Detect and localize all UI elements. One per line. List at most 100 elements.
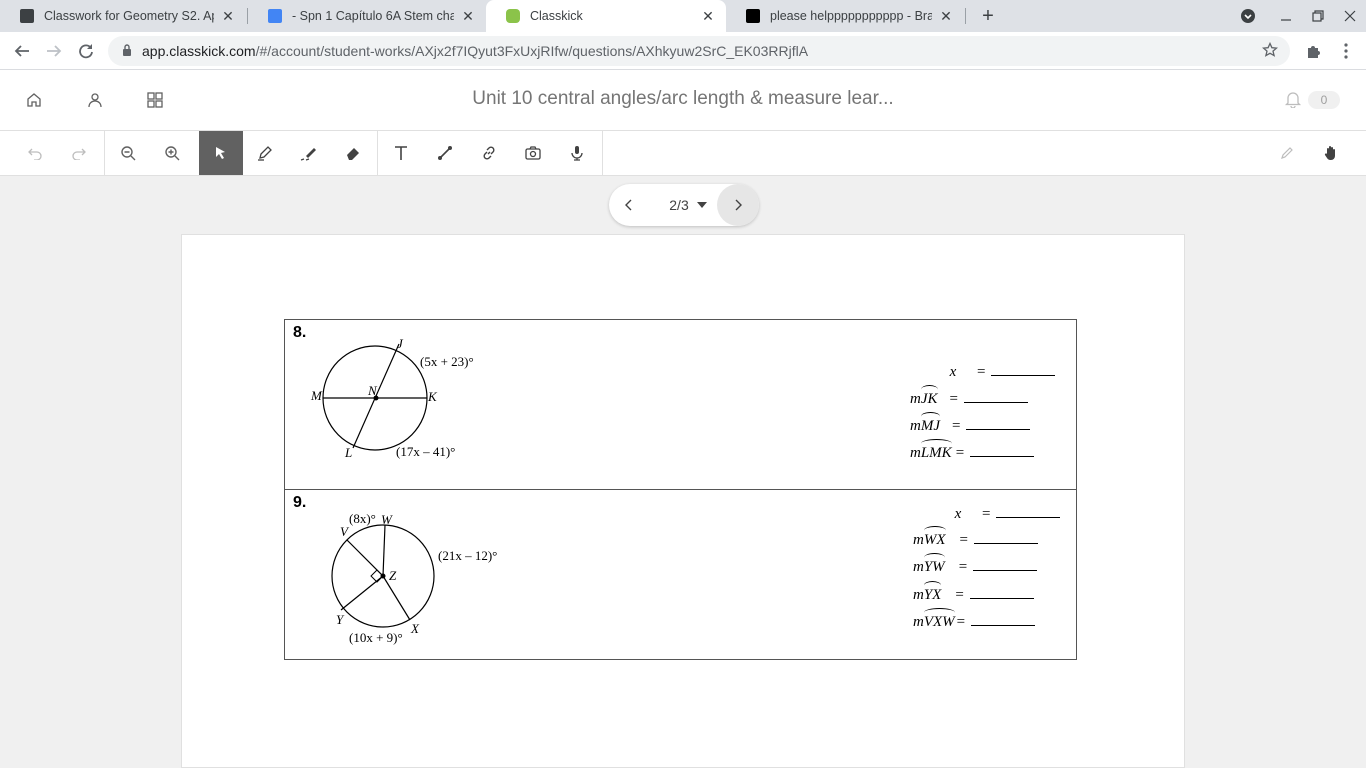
url-path: /#/account/student-works/AXjx2f7IQyut3Fx… bbox=[255, 43, 809, 59]
pen-disabled-icon[interactable] bbox=[1265, 131, 1309, 175]
measure-prefix: m bbox=[913, 532, 924, 548]
browser-tab-classwork[interactable]: Classwork for Geometry S2. App ✕ bbox=[0, 0, 246, 32]
answer-row-arc-mj: m MJ = bbox=[910, 412, 1031, 435]
assignment-title: Unit 10 central angles/arc length & meas… bbox=[472, 88, 894, 109]
back-icon[interactable] bbox=[8, 37, 36, 65]
measure-prefix: m bbox=[913, 559, 924, 575]
chrome-menu-icon[interactable] bbox=[1332, 37, 1360, 65]
eraser-icon[interactable] bbox=[331, 131, 375, 175]
microphone-icon[interactable] bbox=[555, 131, 599, 175]
answer-row-arc-wx: m WX = bbox=[913, 526, 1038, 549]
url-host: app.classkick.com bbox=[142, 43, 256, 59]
tab-separator bbox=[965, 8, 966, 24]
chevron-left-icon bbox=[625, 199, 632, 211]
line-tool-icon[interactable] bbox=[423, 131, 467, 175]
close-tab-icon[interactable]: ✕ bbox=[460, 8, 476, 25]
answer-label: x bbox=[954, 506, 962, 522]
answer-blank[interactable] bbox=[971, 614, 1036, 626]
browser-tab-strip: Classwork for Geometry S2. App ✕ - Spn 1… bbox=[0, 0, 1366, 32]
tab-title: Classwork for Geometry S2. App bbox=[44, 9, 214, 23]
answer-blank[interactable] bbox=[996, 506, 1061, 518]
answer-row-arc-yx: m YX = bbox=[913, 581, 1034, 604]
worksheet-page[interactable]: 8. J (5x + 23)° M N K L (17x – 41)° x = m… bbox=[181, 234, 1185, 768]
arc-label: YW bbox=[923, 553, 945, 575]
page-select-dropdown[interactable]: 2/3 bbox=[653, 184, 723, 226]
google-classroom-icon bbox=[20, 9, 34, 23]
point-label-l: L bbox=[345, 445, 353, 460]
equals-sign: = bbox=[956, 614, 966, 630]
text-tool-icon[interactable] bbox=[379, 131, 423, 175]
redo-icon[interactable] bbox=[57, 131, 101, 175]
bookmark-star-icon[interactable] bbox=[1261, 41, 1279, 63]
angle-expression-lmk: (17x – 41)° bbox=[396, 444, 456, 459]
close-tab-icon[interactable]: ✕ bbox=[938, 8, 954, 25]
undo-icon[interactable] bbox=[13, 131, 57, 175]
answer-blank[interactable] bbox=[969, 587, 1034, 599]
equals-sign: = bbox=[949, 391, 958, 407]
measure-prefix: m bbox=[913, 614, 924, 630]
tab-title: - Spn 1 Capítulo 6A Stem chang bbox=[292, 9, 454, 23]
equals-sign: = bbox=[982, 506, 991, 522]
equals-sign: = bbox=[977, 364, 986, 380]
classkick-header: Unit 10 central angles/arc length & meas… bbox=[0, 70, 1366, 131]
previous-page-button[interactable] bbox=[609, 184, 649, 226]
answer-blank[interactable] bbox=[973, 532, 1038, 544]
tab-title: Classkick bbox=[530, 9, 583, 23]
close-tab-icon[interactable]: ✕ bbox=[700, 8, 716, 25]
equals-sign: = bbox=[955, 445, 965, 461]
close-window-icon[interactable] bbox=[1334, 0, 1366, 32]
answer-row-arc-vxw: m VXW = bbox=[913, 608, 1036, 631]
answer-blank[interactable] bbox=[991, 364, 1056, 376]
next-page-button[interactable] bbox=[717, 184, 759, 226]
measure-prefix: m bbox=[913, 587, 924, 603]
page-navigator: 2/3 bbox=[609, 184, 759, 226]
point-label-v: V bbox=[340, 524, 348, 539]
page-count-label: 2/3 bbox=[669, 197, 689, 213]
zoom-out-icon[interactable] bbox=[106, 131, 150, 175]
point-label-n: N bbox=[368, 383, 377, 398]
link-icon[interactable] bbox=[467, 131, 511, 175]
zoom-in-icon[interactable] bbox=[150, 131, 194, 175]
equals-sign: = bbox=[959, 532, 968, 548]
answer-row-arc-jk: m JK = bbox=[910, 385, 1028, 408]
reload-icon[interactable] bbox=[72, 37, 100, 65]
browser-toolbar: app.classkick.com/#/account/student-work… bbox=[0, 32, 1366, 70]
brainly-icon bbox=[746, 9, 760, 23]
arc-label: WX bbox=[923, 526, 946, 548]
address-bar[interactable]: app.classkick.com/#/account/student-work… bbox=[108, 36, 1290, 66]
extensions-puzzle-icon[interactable] bbox=[1300, 37, 1328, 65]
bell-icon[interactable] bbox=[1284, 90, 1304, 110]
answer-blank[interactable] bbox=[966, 418, 1031, 430]
answer-label: x bbox=[949, 364, 957, 380]
tab-search-icon[interactable] bbox=[1232, 0, 1264, 32]
equals-sign: = bbox=[955, 587, 964, 603]
arc-label: LMK bbox=[920, 439, 952, 461]
browser-tab-classkick[interactable]: Classkick ✕ bbox=[486, 0, 726, 32]
problem-number: 9. bbox=[293, 494, 307, 511]
camera-icon[interactable] bbox=[511, 131, 555, 175]
toolbar-divider bbox=[377, 131, 378, 175]
caret-down-icon bbox=[696, 200, 707, 211]
close-tab-icon[interactable]: ✕ bbox=[220, 8, 236, 25]
select-pointer-tool[interactable] bbox=[199, 131, 243, 175]
highlighter-icon[interactable] bbox=[287, 131, 331, 175]
answer-blank[interactable] bbox=[970, 445, 1035, 457]
minimize-icon[interactable] bbox=[1270, 0, 1302, 32]
browser-tab-brainly[interactable]: please helppppppppppp - Brainly ✕ bbox=[726, 0, 964, 32]
answer-row-arc-yw: m YW = bbox=[913, 553, 1038, 576]
notification-count-badge[interactable]: 0 bbox=[1308, 91, 1340, 109]
angle-expression-yx: (10x + 9)° bbox=[349, 630, 403, 645]
new-tab-button[interactable]: + bbox=[976, 4, 1000, 28]
equals-sign: = bbox=[958, 559, 968, 575]
google-docs-icon bbox=[268, 9, 282, 23]
answer-blank[interactable] bbox=[973, 559, 1038, 571]
chevron-right-icon bbox=[735, 199, 742, 211]
arc-label: JK bbox=[920, 385, 938, 407]
restore-icon[interactable] bbox=[1302, 0, 1334, 32]
pen-icon[interactable] bbox=[243, 131, 287, 175]
browser-tab-docs[interactable]: - Spn 1 Capítulo 6A Stem chang ✕ bbox=[248, 0, 486, 32]
answer-blank[interactable] bbox=[963, 391, 1028, 403]
forward-icon[interactable] bbox=[40, 37, 68, 65]
hand-pan-icon[interactable] bbox=[1309, 131, 1353, 175]
problem-8: 8. J (5x + 23)° M N K L (17x – 41)° x = m… bbox=[284, 319, 1077, 490]
